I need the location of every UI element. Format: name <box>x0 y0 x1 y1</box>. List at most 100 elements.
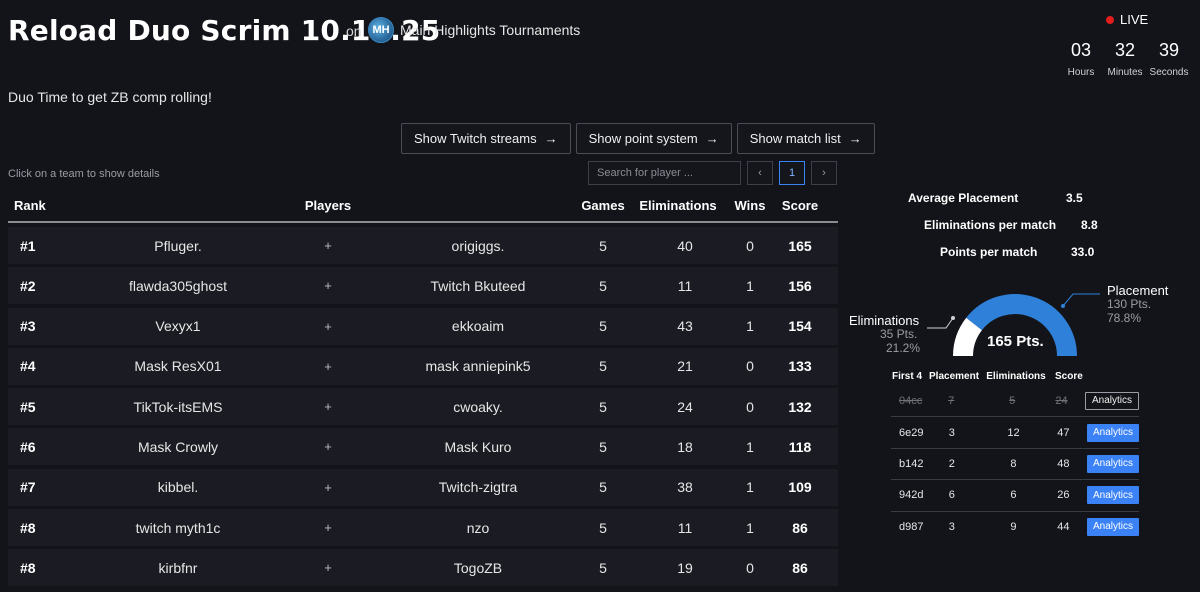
player-2-name: origiggs. <box>451 237 505 254</box>
countdown-seconds: 39 Seconds <box>1148 40 1190 78</box>
team-score: 132 <box>788 398 812 415</box>
eliminations-count: 11 <box>677 519 693 536</box>
stat-average-placement-value: 3.5 <box>1066 191 1083 205</box>
match-score-cell: 47 <box>1048 427 1079 439</box>
eliminations-count: 19 <box>677 559 693 576</box>
match-id-cell: 942d <box>891 489 924 501</box>
table-row[interactable]: #5 TikTok-itsEMS + cwoaky. 5 24 0 132 <box>8 388 838 426</box>
player-1-name: flawda305ghost <box>128 277 228 294</box>
prev-page-button[interactable]: ‹ <box>747 161 773 185</box>
plus-separator: + <box>324 238 332 253</box>
stat-average-placement-label: Average Placement <box>908 191 1019 205</box>
games-count: 5 <box>599 398 607 415</box>
table-row[interactable]: #8 kirbfnr + TogoZB 5 19 0 86 <box>8 549 838 587</box>
player-2-name: TogoZB <box>453 559 503 576</box>
organizer-name: Main Highlights Tournaments <box>400 22 581 38</box>
countdown: 03 Hours 32 Minutes 39 Seconds <box>1060 40 1190 78</box>
table-row[interactable]: #3 Vexyx1 + ekkoaim 5 43 1 154 <box>8 307 838 345</box>
games-count: 5 <box>599 559 607 576</box>
match-score-cell: 26 <box>1048 489 1079 501</box>
eliminations-count: 21 <box>677 358 693 375</box>
match-eliminations: 5 <box>1009 394 1016 407</box>
match-eliminations-cell: 12 <box>979 427 1047 439</box>
organizer-link[interactable]: MH Main Highlights Tournaments <box>368 17 580 43</box>
match-placement: 6 <box>948 489 955 502</box>
match-id: d987 <box>899 520 924 533</box>
live-dot-icon <box>1106 15 1114 24</box>
eliminations-count: 24 <box>677 398 693 415</box>
wins-count: 0 <box>746 559 754 576</box>
show-twitch-streams-button[interactable]: Show Twitch streams → <box>401 123 571 154</box>
team-rank: #1 <box>20 237 36 254</box>
next-page-button[interactable]: › <box>811 161 837 185</box>
header-first4: First 4 <box>892 371 923 382</box>
eliminations-count: 40 <box>677 237 693 254</box>
wins-count: 1 <box>746 277 754 294</box>
plus-separator: + <box>324 560 332 576</box>
match-eliminations-cell: 5 <box>978 395 1046 407</box>
table-row[interactable]: #8 twitch myth1c + nzo 5 11 1 86 <box>8 509 838 547</box>
page-1-button[interactable]: 1 <box>779 161 805 185</box>
analytics-button[interactable]: Analytics <box>1086 454 1139 473</box>
player-1-name: kibbel. <box>157 479 199 496</box>
wins-count: 0 <box>746 398 754 415</box>
analytics-button[interactable]: Analytics <box>1086 517 1139 536</box>
eliminations-count: 18 <box>677 438 693 455</box>
games-count: 5 <box>599 318 607 335</box>
player-search-input[interactable] <box>588 161 741 185</box>
button-label: Show Twitch streams <box>414 131 537 146</box>
match-score: 26 <box>1057 489 1070 502</box>
gauge-total-points: 165 Pts. <box>987 333 1044 350</box>
table-row[interactable]: #1 Pfluger. + origiggs. 5 40 0 165 <box>8 227 838 264</box>
table-row[interactable]: #4 Mask ResX01 + mask anniepink5 5 21 0 133 <box>8 347 838 385</box>
table-row[interactable]: #2 flawda305ghost + Twitch Bkuteed 5 11 1 156 <box>8 267 838 305</box>
gauge-placement-pts: 130 Pts. <box>1107 297 1152 311</box>
match-id-cell: 6e29 <box>891 427 924 439</box>
gauge-eliminations-dot <box>951 316 955 320</box>
show-point-system-button[interactable]: Show point system → <box>575 123 732 154</box>
match-eliminations-cell: 9 <box>979 521 1047 533</box>
plus-separator: + <box>324 479 332 495</box>
table-row[interactable]: #7 kibbel. + Twitch-zigtra 5 38 1 109 <box>8 468 838 506</box>
analytics-button[interactable]: Analytics <box>1086 423 1139 442</box>
countdown-hours: 03 Hours <box>1060 40 1102 78</box>
wins-count: 1 <box>746 438 754 455</box>
match-row: 04cc 7 5 24 Analytics <box>891 385 1140 416</box>
match-score: 44 <box>1057 520 1070 533</box>
player-1-name: Vexyx1 <box>155 318 201 335</box>
plus-separator: + <box>324 358 332 374</box>
wins-count: 0 <box>746 358 754 375</box>
match-eliminations-cell: 6 <box>979 489 1047 501</box>
live-indicator: LIVE <box>1106 12 1148 27</box>
eliminations-count: 43 <box>677 318 693 335</box>
arrow-right-icon: → <box>705 131 719 146</box>
team-score: 86 <box>792 559 808 576</box>
team-score: 133 <box>788 358 812 375</box>
player-1-name: TikTok-itsEMS <box>133 398 223 415</box>
team-rank: #3 <box>20 318 36 335</box>
analytics-button[interactable]: Analytics <box>1086 486 1139 505</box>
on-label: on <box>346 23 362 39</box>
plus-separator: + <box>324 318 332 334</box>
match-score-cell: 44 <box>1048 521 1079 533</box>
match-placement-cell: 3 <box>924 427 979 439</box>
player-1-name: Pfluger. <box>154 237 202 254</box>
leaderboard-table: Rank Players Games Eliminations Wins Sco… <box>8 189 838 587</box>
countdown-label: Minutes <box>1107 67 1143 78</box>
header-players: Players <box>304 197 352 213</box>
team-score: 118 <box>788 438 812 455</box>
table-hint: Click on a team to show details <box>8 168 160 180</box>
table-row[interactable]: #6 Mask Crowly + Mask Kuro 5 18 1 118 <box>8 428 838 466</box>
plus-separator: + <box>324 399 332 415</box>
team-rank: #8 <box>20 519 36 536</box>
team-score: 109 <box>788 479 812 496</box>
match-placement: 3 <box>948 426 955 439</box>
gauge-placement-pct: 78.8% <box>1107 311 1142 325</box>
analytics-button[interactable]: Analytics <box>1085 391 1140 410</box>
gauge-placement-leader <box>1062 293 1100 307</box>
player-2-name: cwoaky. <box>453 398 503 415</box>
show-match-list-button[interactable]: Show match list → <box>736 123 875 154</box>
match-placement: 3 <box>948 520 955 533</box>
team-score: 165 <box>788 237 812 254</box>
button-label: Show match list <box>749 131 841 146</box>
